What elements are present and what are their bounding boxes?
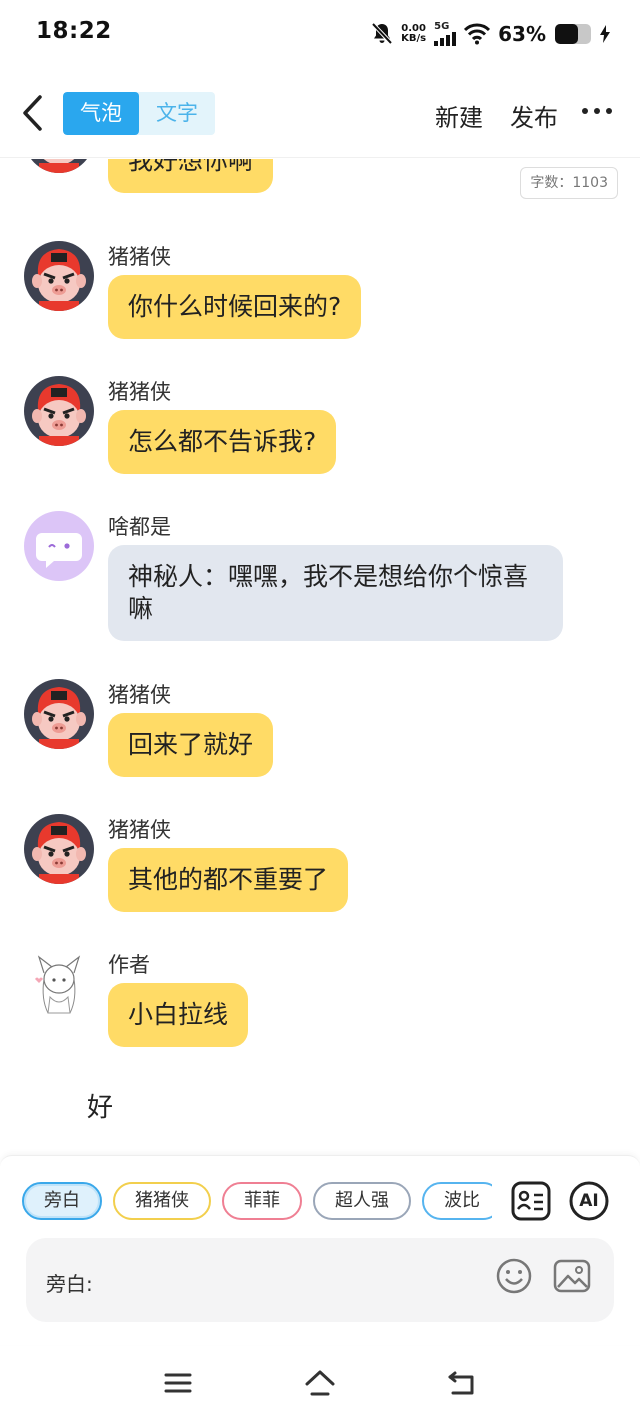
character-manage-button[interactable]: [510, 1180, 552, 1222]
chevron-left-icon: [23, 95, 42, 131]
status-indicators: 0.00 KB/s 5G 63%: [371, 18, 610, 50]
sender-name: 啥都是: [108, 515, 171, 539]
more-dot-icon: [594, 108, 600, 114]
sender-name: 猪猪侠: [108, 245, 171, 269]
status-bar: 18:22 0.00 KB/s 5G 63%: [0, 0, 640, 68]
signal-bars-icon: [434, 32, 457, 46]
character-chip-chaorenqiang[interactable]: 超人强: [313, 1182, 411, 1220]
composer-panel: 旁白 猪猪侠 菲菲 超人强 波比 AI 旁白:: [0, 1155, 640, 1345]
character-chip-feifei[interactable]: 菲菲: [222, 1182, 302, 1220]
ai-button[interactable]: AI: [568, 1180, 610, 1222]
word-count-badge: 字数：1103: [520, 167, 618, 199]
pig-hero-avatar[interactable]: [24, 679, 94, 749]
publish-button[interactable]: 发布: [510, 98, 558, 133]
network-type: 5G: [434, 21, 450, 32]
emoji-button[interactable]: [494, 1256, 534, 1296]
home-icon: [305, 1370, 335, 1396]
message-bubble[interactable]: 我好想你啊: [108, 159, 274, 193]
home-button[interactable]: [303, 1366, 337, 1400]
message-bubble[interactable]: 回来了就好: [108, 713, 274, 777]
system-nav-bar: [0, 1346, 640, 1422]
pig-hero-avatar[interactable]: [24, 159, 94, 173]
more-menu-button[interactable]: [582, 108, 612, 114]
new-button[interactable]: 新建: [435, 98, 483, 133]
character-chip-zhuzhuxia[interactable]: 猪猪侠: [113, 1182, 211, 1220]
character-chip-narrator[interactable]: 旁白: [22, 1182, 102, 1220]
chat-area[interactable]: 字数：1103 我好想你啊 猪猪侠 你什么时候回来的? 猪猪侠 怎么都不告诉我?…: [0, 159, 640, 1154]
recent-apps-button[interactable]: [161, 1366, 195, 1400]
smiley-icon: [496, 1258, 532, 1294]
more-dot-icon: [606, 108, 612, 114]
message-bubble[interactable]: 其他的都不重要了: [108, 848, 349, 912]
return-arrow-icon: [448, 1371, 474, 1395]
net-speed-unit: KB/s: [401, 33, 427, 44]
back-nav-button[interactable]: [445, 1366, 479, 1400]
anime-girl-avatar[interactable]: [24, 949, 94, 1019]
sender-name: 猪猪侠: [108, 818, 171, 842]
message-bubble[interactable]: 神秘人：嘿嘿，我不是想给你个惊喜嘛: [108, 545, 563, 641]
image-button[interactable]: [552, 1256, 592, 1296]
more-dot-icon: [582, 108, 588, 114]
narration-line[interactable]: 好: [87, 1087, 113, 1124]
wifi-icon: [464, 23, 491, 45]
character-chip-bobi[interactable]: 波比: [422, 1182, 492, 1220]
sender-name: 作者: [108, 953, 150, 977]
pig-hero-avatar[interactable]: [24, 241, 94, 311]
tab-bubble[interactable]: 气泡: [63, 92, 139, 135]
status-time: 18:22: [36, 18, 112, 44]
back-button[interactable]: [16, 93, 52, 133]
editor-header: 气泡 文字 新建 发布: [0, 68, 640, 158]
message-bubble[interactable]: 小白拉线: [108, 983, 249, 1047]
battery-icon: [555, 24, 591, 44]
ai-label: AI: [579, 1191, 599, 1211]
message-bubble[interactable]: 怎么都不告诉我?: [108, 410, 337, 474]
message-input[interactable]: 旁白:: [26, 1238, 614, 1322]
sender-name: 猪猪侠: [108, 683, 171, 707]
menu-lines-icon: [164, 1373, 192, 1393]
mute-bell-icon: [371, 22, 393, 45]
message-bubble[interactable]: 你什么时候回来的?: [108, 275, 362, 339]
signal-indicator: 5G: [434, 21, 457, 46]
network-speed: 0.00 KB/s: [401, 24, 426, 44]
chat-bubble-avatar[interactable]: [24, 511, 94, 581]
charging-bolt-icon: [600, 25, 610, 43]
pig-hero-avatar[interactable]: [24, 376, 94, 446]
sender-name: 猪猪侠: [108, 380, 171, 404]
contact-card-icon: [511, 1181, 551, 1221]
character-selector: 旁白 猪猪侠 菲菲 超人强 波比: [22, 1182, 492, 1220]
pig-hero-avatar[interactable]: [24, 814, 94, 884]
tab-text[interactable]: 文字: [139, 92, 215, 135]
mode-toggle: 气泡 文字: [63, 92, 215, 135]
image-icon: [553, 1259, 591, 1293]
battery-percent: 63%: [498, 22, 546, 46]
input-speaker-label: 旁白:: [46, 1272, 93, 1296]
